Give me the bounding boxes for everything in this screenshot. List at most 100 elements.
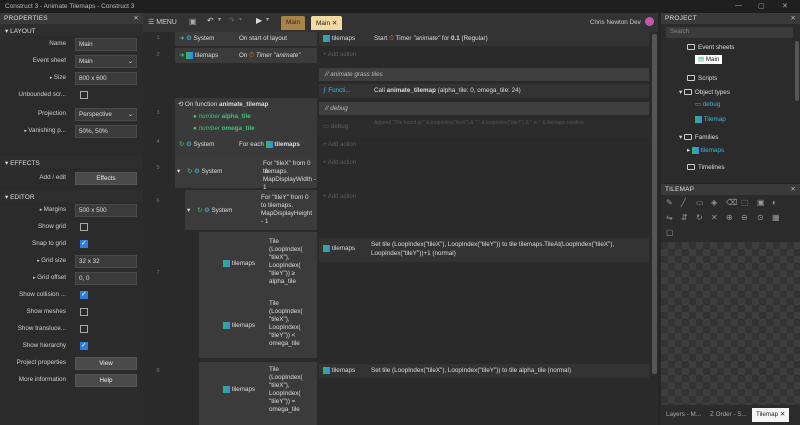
mirror-icon[interactable]: ⇋ xyxy=(666,213,673,222)
tree-families[interactable]: ▾ Families xyxy=(679,134,718,141)
tree-scripts[interactable]: Scripts xyxy=(687,75,717,82)
event-sheet-select[interactable]: Main ⌄ xyxy=(75,55,137,68)
tileset-canvas[interactable] xyxy=(661,242,800,405)
tree-object-types[interactable]: ▾ Object types xyxy=(679,89,730,96)
zoom-reset-icon[interactable]: ⊙ xyxy=(757,213,764,222)
action[interactable]: ▭ debug xyxy=(323,122,348,131)
add-action-link[interactable]: + Add action xyxy=(323,194,356,200)
grid-offset-field[interactable]: 0, 0 xyxy=(75,272,137,285)
grid-icon[interactable]: ▦ xyxy=(772,213,780,222)
rotate-icon[interactable]: ↻ xyxy=(696,213,703,222)
event-condition[interactable]: tilemaps xyxy=(223,386,255,394)
line-icon[interactable]: ╱ xyxy=(681,198,686,207)
event-condition[interactable]: tilemaps xyxy=(223,322,255,330)
comment[interactable]: // debug xyxy=(319,102,649,115)
avatar[interactable] xyxy=(645,17,654,26)
play-icon[interactable]: ▶ xyxy=(256,16,262,25)
folder-icon[interactable]: ▢ xyxy=(666,228,674,237)
fill-icon[interactable]: ◈ xyxy=(711,198,717,207)
redo-icon[interactable]: ↷ xyxy=(228,16,235,25)
show-hierarchy-checkbox[interactable] xyxy=(80,341,88,350)
scrollbar[interactable] xyxy=(652,34,657,374)
vanishing-field[interactable]: 50%, 50% xyxy=(75,125,137,138)
action-block[interactable]: tilemaps Start ⏱ Timer "animate" for 0.1… xyxy=(319,32,649,46)
scrollbar[interactable] xyxy=(795,41,799,101)
close-icon[interactable]: ✕ xyxy=(790,185,796,193)
show-collision-checkbox[interactable] xyxy=(80,290,88,299)
tree-tilemap[interactable]: Tilemap xyxy=(695,116,726,123)
tab-layout-main[interactable]: Main xyxy=(281,16,306,30)
action[interactable]: tilemaps xyxy=(323,366,355,375)
event-condition[interactable]: tilemaps xyxy=(223,260,255,268)
add-action-link[interactable]: + Add action xyxy=(323,160,356,166)
snap-checkbox[interactable] xyxy=(80,239,88,248)
palette-icon[interactable]: ◐ xyxy=(772,198,777,207)
select-icon[interactable]: ⬚ xyxy=(741,198,749,207)
tab-layers[interactable]: Layers - M... xyxy=(662,408,705,422)
event-block[interactable]: ➜ tilemaps On ⏱ Timer "animate" xyxy=(175,48,317,63)
projection-select[interactable]: Perspective ⌄ xyxy=(75,108,137,121)
foreach-condition[interactable]: ↻ ⚙ System xyxy=(179,141,214,149)
close-icon[interactable]: ✕ xyxy=(790,14,796,22)
help-button[interactable]: Help xyxy=(75,374,137,387)
tree-family-tilemaps[interactable]: ▸ tilemaps xyxy=(687,147,724,154)
eraser-icon[interactable]: ⌫ xyxy=(726,198,737,207)
action-block[interactable]: tilemaps Set tile (LoopIndex("tileX"), L… xyxy=(319,238,649,262)
size-field[interactable]: 800 x 600 xyxy=(75,72,137,85)
param-omega[interactable]: ● number omega_tile xyxy=(193,125,255,133)
show-translucent-checkbox[interactable] xyxy=(80,325,88,333)
event-condition[interactable]: ➜ ⚙ System xyxy=(179,35,214,43)
collapse-icon[interactable]: ▾ xyxy=(177,168,180,176)
show-grid-checkbox[interactable] xyxy=(80,223,88,231)
flip-icon[interactable]: ⇵ xyxy=(681,213,688,222)
rectangle-icon[interactable]: ▭ xyxy=(696,198,704,207)
effects-button[interactable]: Effects xyxy=(75,172,137,185)
zoom-in-icon[interactable]: ⊕ xyxy=(726,213,733,222)
zoom-out-icon[interactable]: ⊖ xyxy=(741,213,748,222)
show-meshes-checkbox[interactable] xyxy=(80,308,88,316)
tab-z-order[interactable]: Z Order - S... xyxy=(706,408,751,422)
event-condition[interactable]: ↻ ⚙ System xyxy=(197,207,232,215)
action[interactable]: tilemaps xyxy=(323,34,355,43)
event-block[interactable]: tilemaps Tile (LoopIndex( "tileX"), Loop… xyxy=(199,232,317,358)
function-header[interactable]: ⟲ On function animate_tilemap xyxy=(178,101,268,109)
comment[interactable]: // animate grass tiles xyxy=(319,68,649,81)
action-block[interactable]: tilemaps Set tile (LoopIndex("tileX"), L… xyxy=(319,364,649,378)
event-block[interactable]: ▾ ↻ ⚙ System For "tileY" from 0 to tilem… xyxy=(185,190,317,230)
close-window-icon[interactable]: ✕ xyxy=(782,2,788,10)
tab-tilemap[interactable]: Tilemap ✕ xyxy=(752,408,790,422)
action-block-disabled[interactable]: ▭ debug Append "Tile found at " & loopin… xyxy=(319,118,649,138)
menu-button[interactable]: ☰ MENU xyxy=(148,18,177,26)
tree-event-sheets[interactable]: Event sheets xyxy=(687,44,734,51)
close-icon[interactable]: ✕ xyxy=(711,213,718,222)
pencil-icon[interactable]: ✎ xyxy=(666,198,673,207)
function-block[interactable]: ⟲ On function animate_tilemap ● number a… xyxy=(175,98,317,156)
view-button[interactable]: View xyxy=(75,357,137,370)
action[interactable]: tilemaps xyxy=(323,244,355,253)
tree-timelines[interactable]: Timelines xyxy=(687,164,725,171)
editor-section[interactable]: ▾ EDITOR xyxy=(0,190,143,202)
tree-debug[interactable]: ▭ debug xyxy=(695,101,720,108)
action[interactable]: ƒ Functi... xyxy=(323,86,351,95)
event-condition[interactable]: ↻ ⚙ System xyxy=(187,168,222,176)
close-icon[interactable]: ✕ xyxy=(133,14,139,22)
close-icon[interactable]: ✕ xyxy=(332,20,337,27)
chevron-down-icon[interactable]: ▾ xyxy=(239,16,242,23)
tab-events-main[interactable]: Main ✕ xyxy=(311,16,343,30)
search-input[interactable]: Search xyxy=(666,27,793,38)
chevron-down-icon[interactable]: ▾ xyxy=(218,16,221,23)
close-icon[interactable]: ✕ xyxy=(780,411,785,418)
tile-brush-icon[interactable]: ▣ xyxy=(757,198,765,207)
unbounded-checkbox[interactable] xyxy=(80,91,88,99)
user-name[interactable]: Chris Newton Dev xyxy=(590,19,641,26)
save-icon[interactable]: ▣ xyxy=(189,17,197,26)
event-block[interactable]: ➜ ⚙ System On start of layout xyxy=(175,32,317,46)
param-alpha[interactable]: ● number alpha_tile xyxy=(193,113,251,121)
maximize-icon[interactable]: ▢ xyxy=(758,2,765,10)
layout-section[interactable]: ▾ LAYOUT xyxy=(0,24,143,36)
add-action-link[interactable]: + Add action xyxy=(323,52,356,58)
margins-field[interactable]: 500 x 500 xyxy=(75,204,137,217)
event-condition[interactable]: ➜ tilemaps xyxy=(179,52,218,60)
effects-section[interactable]: ▾ EFFECTS xyxy=(0,156,143,168)
chevron-down-icon[interactable]: ▾ xyxy=(266,16,269,23)
